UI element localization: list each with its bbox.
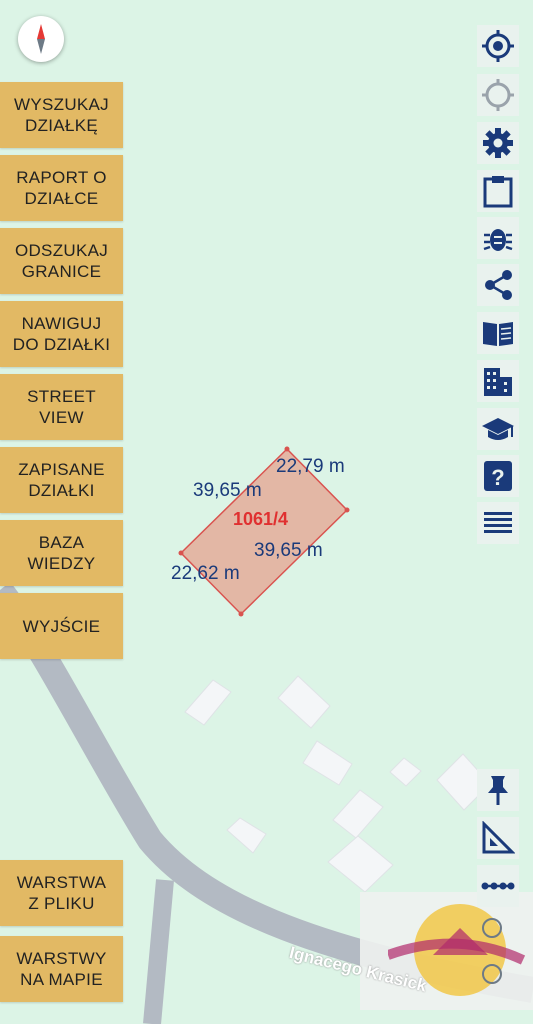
list-menu-button[interactable]: [477, 502, 519, 544]
map-layers-button[interactable]: WARSTWY NA MAPIE: [0, 936, 123, 1002]
gps-target-button[interactable]: [477, 25, 519, 67]
parcel-id-label: 1061/4: [233, 509, 289, 529]
crosshair-icon: [482, 79, 514, 111]
street-view-button[interactable]: STREET VIEW: [0, 374, 123, 440]
saved-parcels-button[interactable]: ZAPISANE DZIAŁKI: [0, 447, 123, 513]
edge-length-label: 39,65 m: [193, 480, 262, 501]
find-boundaries-button[interactable]: ODSZUKAJ GRANICE: [0, 228, 123, 294]
navigate-to-parcel-button[interactable]: NAWIGUJ DO DZIAŁKI: [0, 301, 123, 367]
share-button[interactable]: [477, 264, 519, 306]
watermark-logo: [388, 904, 526, 996]
parcel-report-button[interactable]: RAPORT O DZIAŁCE: [0, 155, 123, 221]
compass-button[interactable]: [18, 16, 64, 62]
svg-text:?: ?: [491, 465, 504, 490]
gear-icon: [483, 128, 513, 158]
clipboard-button[interactable]: [477, 170, 519, 212]
settings-button[interactable]: [477, 122, 519, 164]
edge-length-label: 22,79 m: [276, 456, 345, 477]
book-icon: [483, 322, 513, 346]
parcel-vertex: [178, 550, 184, 556]
parcel-vertex: [284, 446, 290, 452]
bug-report-button[interactable]: [477, 217, 519, 259]
help-button[interactable]: ?: [477, 455, 519, 497]
knowledge-base-button[interactable]: BAZA WIEDZY: [0, 520, 123, 586]
edge-length-label: 22,62 m: [171, 563, 240, 584]
gps-target-icon: [482, 30, 514, 62]
search-parcel-button[interactable]: WYSZUKAJ DZIAŁKĘ: [0, 82, 123, 148]
building-icon: [484, 368, 512, 396]
bug-icon: [483, 229, 513, 251]
ruler-button[interactable]: [477, 817, 519, 859]
graduation-cap-icon: [482, 418, 514, 440]
buildings-button[interactable]: [477, 360, 519, 402]
parcel-vertex: [344, 507, 350, 513]
edge-length-label: 39,65 m: [254, 540, 323, 561]
exit-button[interactable]: WYJŚCIE: [0, 593, 123, 659]
share-icon: [485, 270, 512, 300]
clipboard-icon: [483, 176, 513, 208]
book-button[interactable]: [477, 312, 519, 354]
layer-from-file-button[interactable]: WARSTWA Z PLIKU: [0, 860, 123, 926]
pin-button[interactable]: [477, 769, 519, 811]
measure-line-icon: [481, 882, 515, 890]
education-button[interactable]: [477, 408, 519, 450]
ruler-icon: [482, 821, 515, 854]
crosshair-button[interactable]: [477, 74, 519, 116]
parcel-vertex: [238, 611, 244, 617]
menu-icon: [484, 512, 512, 533]
compass-icon: [37, 24, 45, 54]
pin-icon: [488, 776, 508, 805]
help-icon: ?: [484, 461, 512, 491]
